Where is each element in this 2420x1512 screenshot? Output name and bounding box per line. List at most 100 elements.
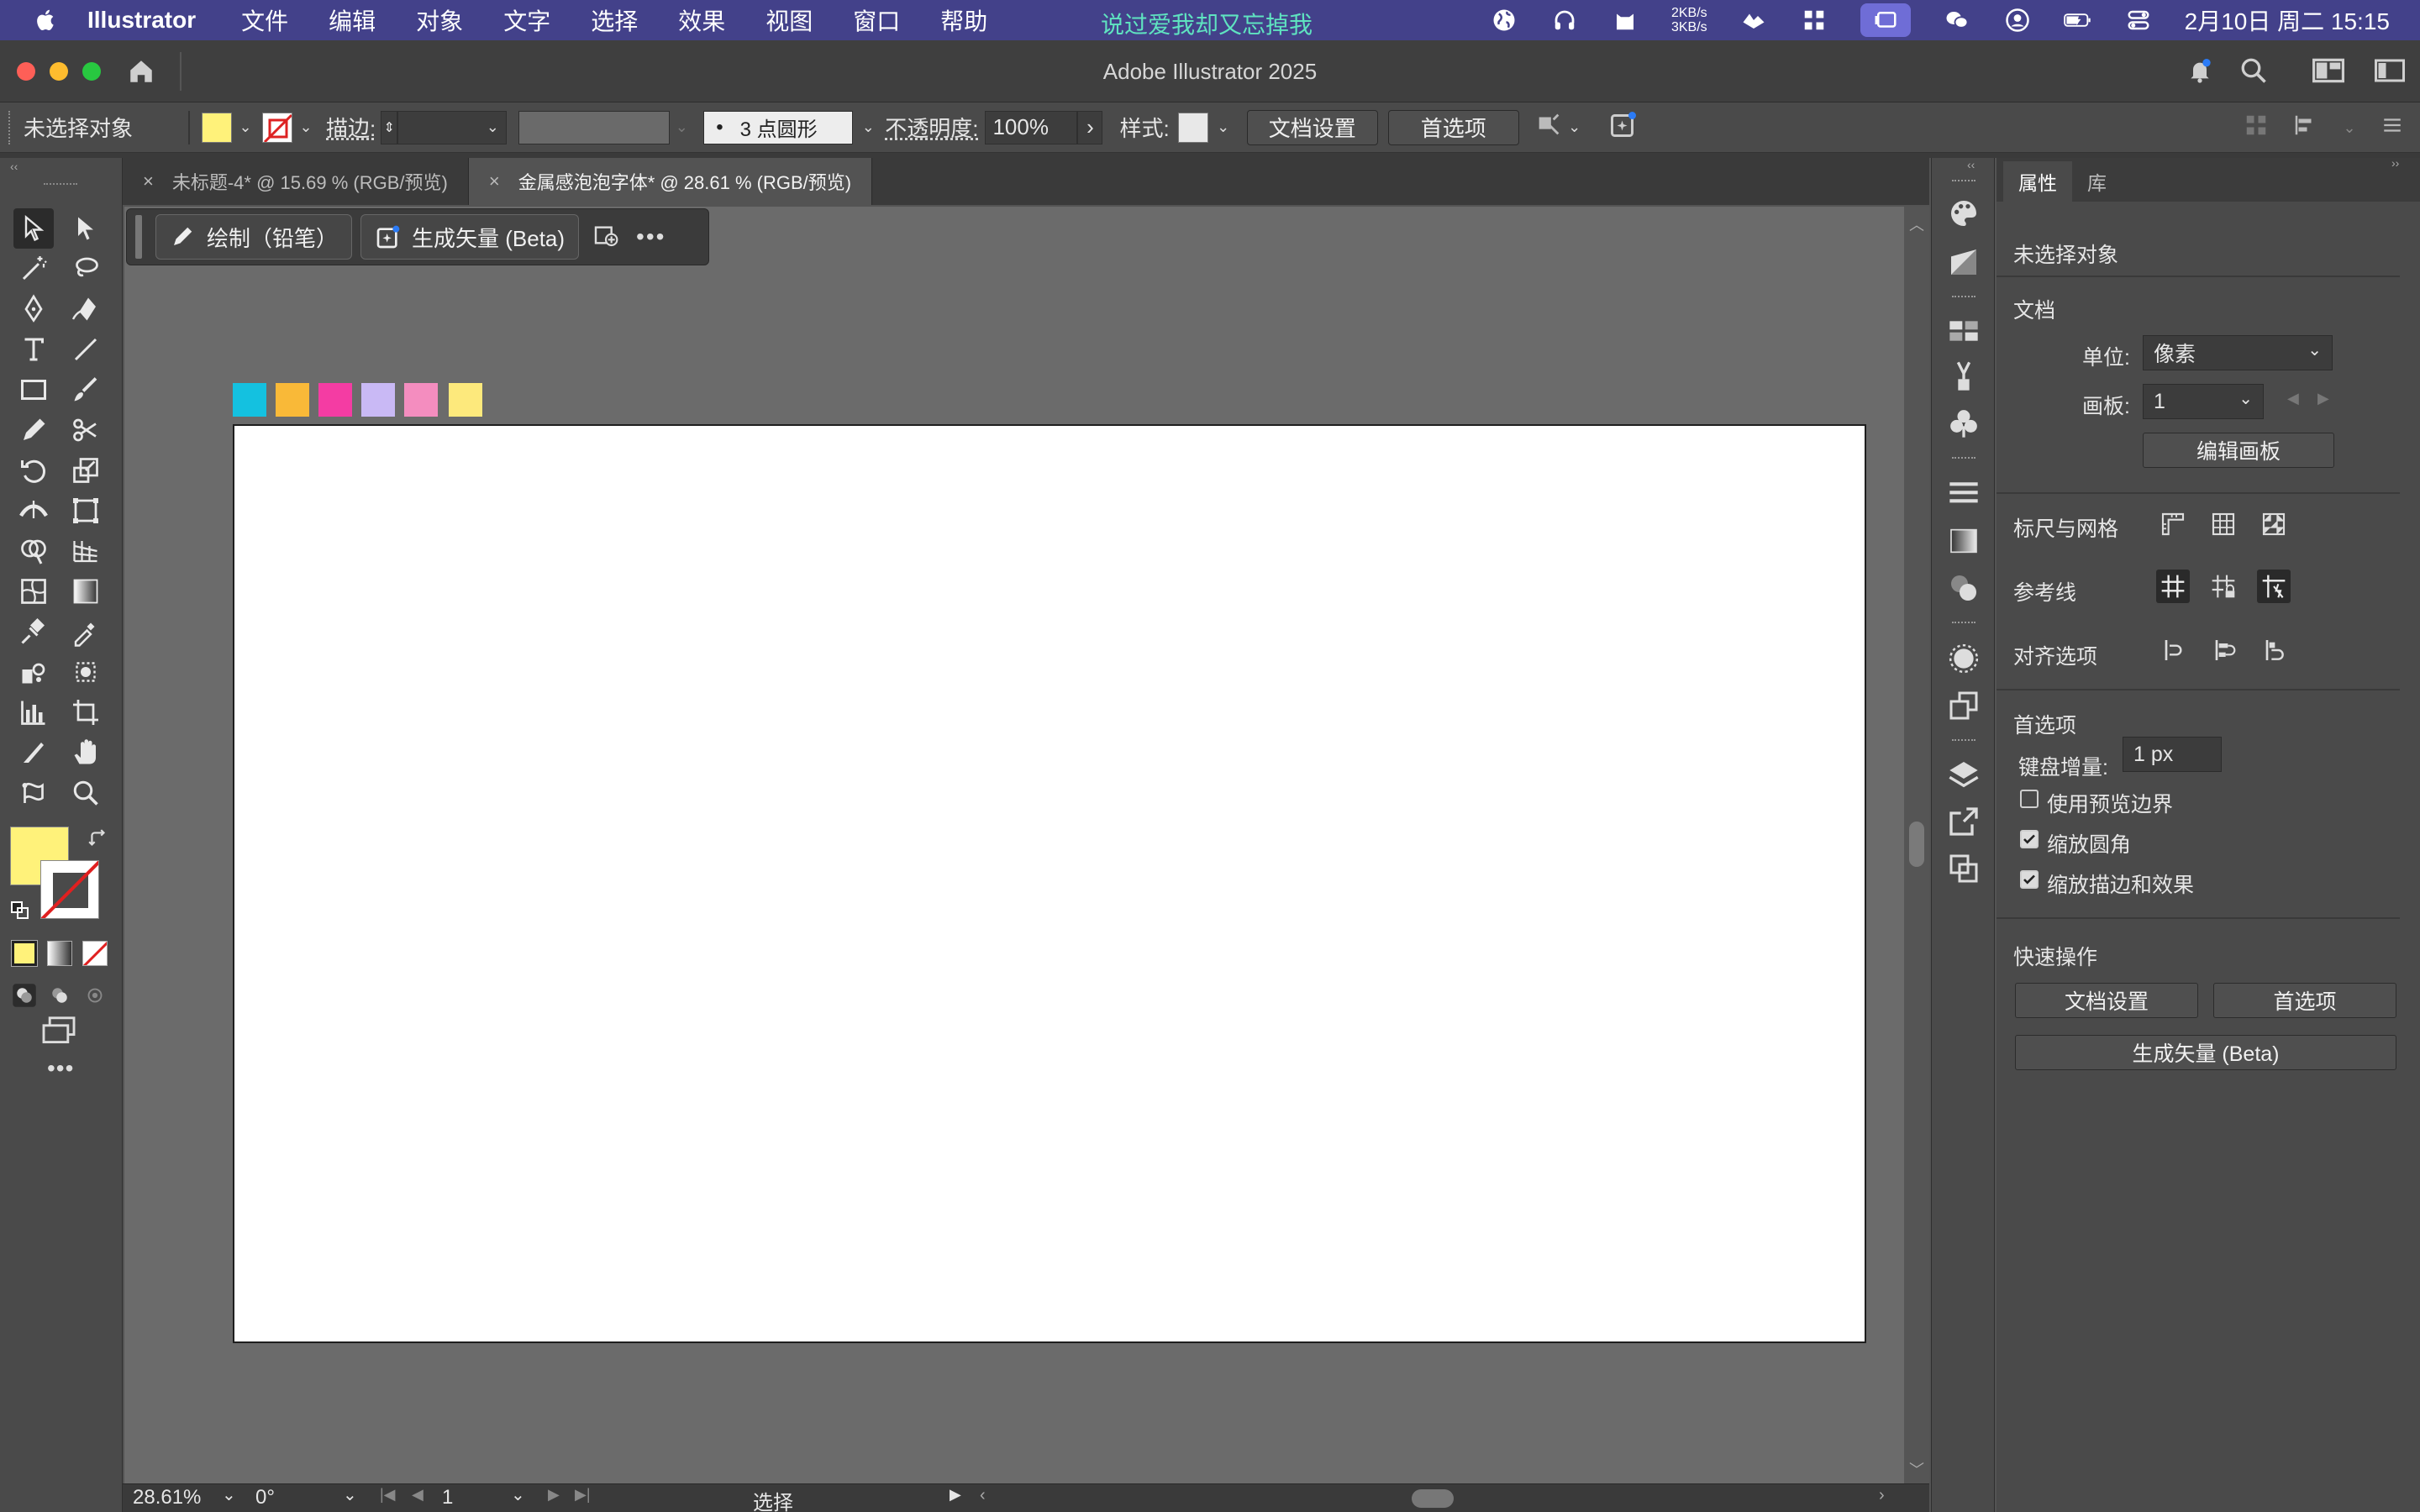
current-tool-status[interactable]: 选择 xyxy=(753,1486,793,1512)
tab-libraries[interactable]: 库 xyxy=(2072,161,2122,202)
next-artboard-arrow-icon[interactable]: ▶ xyxy=(2317,390,2329,407)
tab-properties[interactable]: 属性 xyxy=(2003,161,2072,202)
control-center-icon[interactable] xyxy=(2124,6,2153,34)
artboard-dropdown-icon[interactable]: ⌄ xyxy=(511,1484,525,1505)
graphic-style-swatch[interactable] xyxy=(1178,113,1208,143)
export-icon[interactable] xyxy=(1947,805,1981,838)
next-artboard-icon[interactable]: ▶ xyxy=(548,1486,560,1504)
menu-window[interactable]: 窗口 xyxy=(853,3,900,37)
snap-to-pixel-icon[interactable] xyxy=(2207,633,2240,667)
menu-select[interactable]: 选择 xyxy=(591,3,638,37)
magic-wand-tool[interactable] xyxy=(13,249,54,289)
symbol-sprayer-tool[interactable] xyxy=(13,652,54,692)
strip-grip[interactable] xyxy=(1952,457,1975,460)
menu-file[interactable]: 文件 xyxy=(241,3,288,37)
lasso-tool[interactable] xyxy=(66,249,106,289)
menu-type[interactable]: 文字 xyxy=(503,3,550,37)
stroke-swatch-large[interactable] xyxy=(40,860,99,919)
panel-layout-icon[interactable] xyxy=(2375,57,2405,88)
opacity-expand-button[interactable]: › xyxy=(1077,111,1102,144)
select-similar-icon[interactable] xyxy=(1534,110,1563,144)
tab-metal-bubble-font[interactable]: × 金属感泡泡字体* @ 28.61 % (RGB/预览) xyxy=(469,158,872,205)
rectangle-tool[interactable] xyxy=(13,370,54,410)
document-setup-button[interactable]: 文档设置 xyxy=(1247,110,1378,145)
perspective-grid-tool[interactable] xyxy=(66,531,106,571)
cat-icon[interactable] xyxy=(1611,6,1639,34)
direct-selection-tool[interactable] xyxy=(66,208,106,249)
apple-logo-icon[interactable] xyxy=(34,8,59,33)
gradient-tool[interactable] xyxy=(66,571,106,612)
artboards-icon[interactable] xyxy=(1947,852,1981,885)
keyboard-increment-input[interactable]: 1 px xyxy=(2123,737,2222,772)
collapse-panels-icon[interactable]: ›› xyxy=(2391,156,2399,170)
scale-strokes-effects-checkbox[interactable] xyxy=(2020,870,2039,889)
scroll-left-icon[interactable]: ‹ xyxy=(980,1486,986,1505)
status-menu-icon[interactable]: ▶ xyxy=(950,1486,961,1504)
wechat-icon[interactable] xyxy=(1943,6,1971,34)
tab-untitled-4[interactable]: × 未标题-4* @ 15.69 % (RGB/预览) xyxy=(123,158,469,205)
screen-mode-icon[interactable] xyxy=(40,1016,77,1051)
vertical-scrollbar[interactable]: ︿ ﹀ xyxy=(1904,207,1929,1483)
collapse-strip-icon[interactable]: ‹‹ xyxy=(1967,158,1975,171)
gradient-mode-button[interactable] xyxy=(47,941,72,966)
width-tool[interactable] xyxy=(13,491,54,531)
notifications-bell-icon[interactable] xyxy=(2186,55,2213,90)
quick-document-setup-button[interactable]: 文档设置 xyxy=(2015,983,2198,1018)
pencil-tool[interactable] xyxy=(13,410,54,450)
opacity-input[interactable]: 100% xyxy=(985,111,1077,144)
brush-dropdown-icon[interactable]: ⌄ xyxy=(860,119,876,136)
rotation-dropdown-icon[interactable]: ⌄ xyxy=(343,1484,357,1505)
align-grid-icon[interactable] xyxy=(2244,113,2269,144)
use-preview-bounds-checkbox[interactable] xyxy=(2020,790,2039,808)
prev-artboard-icon[interactable]: ◀ xyxy=(412,1486,424,1504)
add-artboard-icon[interactable] xyxy=(592,222,619,253)
type-tool[interactable] xyxy=(13,329,54,370)
transparency-icon[interactable] xyxy=(1947,571,1981,605)
strip-grip[interactable] xyxy=(1952,296,1975,299)
curvature-tool[interactable] xyxy=(66,289,106,329)
color-mode-button[interactable] xyxy=(12,941,37,966)
fill-color-swatch[interactable] xyxy=(202,113,232,143)
mesh-tool[interactable] xyxy=(13,571,54,612)
symbols-icon[interactable] xyxy=(1947,407,1981,440)
quick-generate-vector-button[interactable]: 生成矢量 (Beta) xyxy=(2015,1035,2396,1070)
headphones-icon[interactable] xyxy=(1550,6,1579,34)
prev-artboard-arrow-icon[interactable]: ◀ xyxy=(2287,390,2299,407)
search-icon[interactable] xyxy=(2238,55,2269,90)
draw-behind-icon[interactable] xyxy=(47,983,72,1012)
line-segment-tool[interactable] xyxy=(66,329,106,370)
stroke-dropdown-icon[interactable]: ⌄ xyxy=(297,119,314,136)
menu-help[interactable]: 帮助 xyxy=(940,3,987,37)
draw-normal-icon[interactable] xyxy=(12,983,37,1012)
width-profile-dropdown-icon[interactable]: ⌄ xyxy=(673,119,690,136)
lock-guides-icon[interactable] xyxy=(2207,570,2240,603)
generate-vector-button[interactable]: 生成矢量 (Beta) xyxy=(360,214,579,260)
close-tab-icon[interactable]: × xyxy=(143,171,154,192)
paintbrush-tool[interactable] xyxy=(66,370,106,410)
preferences-button[interactable]: 首选项 xyxy=(1388,110,1519,145)
color-swatch[interactable] xyxy=(233,383,266,417)
battery-icon[interactable] xyxy=(2064,6,2092,34)
blend-tool[interactable] xyxy=(13,612,54,652)
menu-object[interactable]: 对象 xyxy=(416,3,463,37)
stroke-weight-input[interactable]: ⌄ xyxy=(397,111,507,144)
draw-inside-icon[interactable] xyxy=(82,983,108,1012)
brushes-icon[interactable] xyxy=(1947,360,1981,393)
pen-tool[interactable] xyxy=(13,289,54,329)
last-artboard-icon[interactable]: ▶| xyxy=(575,1486,591,1504)
zoom-level-input[interactable]: 28.61% xyxy=(133,1486,217,1511)
edit-artboards-button[interactable]: 编辑画板 xyxy=(2143,433,2334,468)
grid-app-icon[interactable] xyxy=(1800,6,1828,34)
control-bar-menu-icon[interactable] xyxy=(2381,114,2403,142)
zoom-tool[interactable] xyxy=(66,773,106,813)
color-swatch[interactable] xyxy=(361,383,395,417)
opacity-label[interactable]: 不透明度: xyxy=(885,112,978,143)
scroll-down-icon[interactable]: ﹀ xyxy=(1909,1458,1924,1480)
brush-definition[interactable]: • 3 点圆形 xyxy=(703,111,853,144)
transparency-grid-icon[interactable] xyxy=(2257,507,2291,541)
selection-tool[interactable] xyxy=(13,208,54,249)
first-artboard-icon[interactable]: |◀ xyxy=(380,1486,396,1504)
stroke-color-swatch[interactable] xyxy=(262,113,292,143)
swap-fill-stroke-icon[interactable] xyxy=(87,828,109,854)
fill-dropdown-icon[interactable]: ⌄ xyxy=(237,119,254,136)
